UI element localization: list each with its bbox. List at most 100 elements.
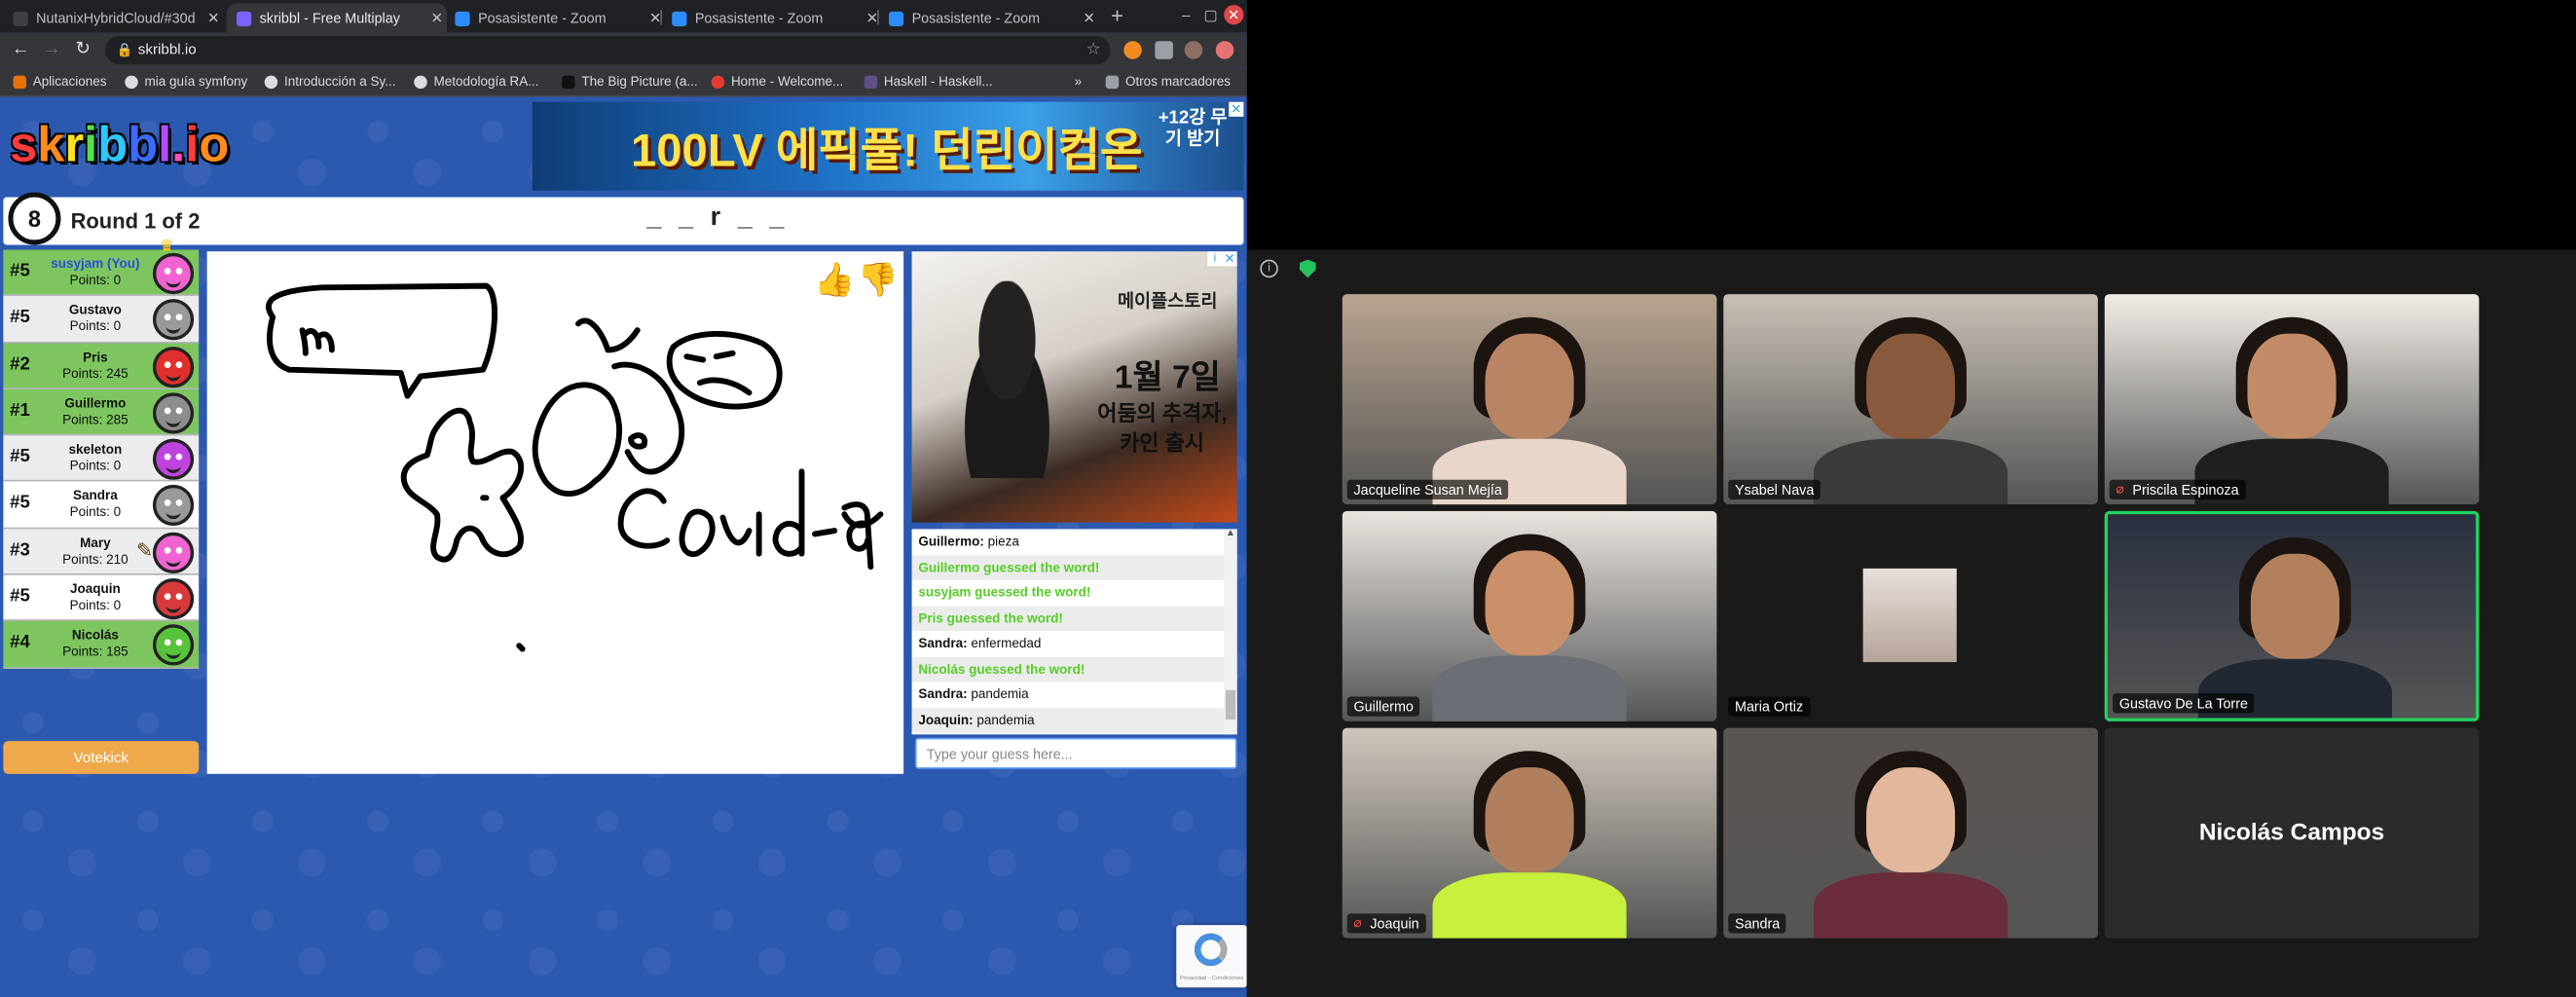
player-rank: #1 [10, 400, 30, 421]
logo-letter: l [158, 118, 172, 173]
haskell-icon [864, 75, 878, 90]
extensions-puzzle-icon[interactable] [1155, 41, 1173, 59]
participant-body [1814, 438, 2008, 505]
maximize-icon[interactable]: ▢ [1201, 5, 1221, 24]
bookmark-item[interactable]: Home - Welcome... [711, 72, 843, 92]
participant-face [1485, 550, 1574, 656]
player-avatar [152, 299, 195, 341]
skribbl-logo[interactable]: skribbl.io [10, 119, 229, 185]
zoom-favicon-icon [672, 10, 687, 26]
bookmark-star-icon[interactable]: ☆ [1086, 36, 1100, 64]
participant-tile[interactable]: Nicolás Campos [2104, 727, 2480, 939]
browser-tab[interactable]: Posasistente - Zoom ✕ [879, 3, 1099, 32]
player-row[interactable]: #2 Pris Points: 245 [3, 343, 200, 389]
reload-icon[interactable]: ↻ [72, 40, 93, 61]
pencil-icon: ✎ [135, 538, 153, 562]
bookmark-apps[interactable]: Aplicaciones [13, 72, 107, 92]
participant-nametag: Gustavo De La Torre [2113, 693, 2255, 714]
participant-tile[interactable]: ⌀ Joaquin [1342, 727, 1717, 939]
participant-face [1485, 767, 1574, 873]
player-name: Pris [83, 349, 108, 364]
tab-title: NutanixHybridCloud/#30d [36, 10, 196, 26]
player-row[interactable]: #5 Gustavo Points: 0 [3, 296, 200, 344]
chat-message: Sandra: pandemia [912, 682, 1237, 707]
ad-close-icon[interactable]: ✕ [1229, 101, 1244, 117]
player-row[interactable]: #5 Joaquin Points: 0 [3, 574, 200, 622]
player-row[interactable]: #4 Nicolás Points: 185 [3, 621, 200, 669]
browser-tab-active[interactable]: skribbl - Free Multiplay ✕ [226, 3, 447, 33]
chat-text: Guillermo guessed the word! [918, 559, 1100, 574]
encryption-shield-icon[interactable] [1299, 259, 1316, 278]
recaptcha-badge[interactable]: Privacidad - Condiciones [1176, 925, 1247, 988]
bookmark-item[interactable]: mia guía symfony [125, 72, 247, 92]
player-row[interactable]: #5 susyjam (You) Points: 0 ♛ [3, 239, 200, 297]
player-row[interactable]: #1 Guillermo Points: 285 [3, 388, 200, 436]
bookmark-favicon-icon [711, 75, 725, 90]
scroll-up-icon[interactable]: ▲ [1224, 529, 1237, 542]
tab-close-icon[interactable]: ✕ [1080, 9, 1099, 27]
participant-tile[interactable]: Ysabel Nava [1723, 294, 2098, 505]
ad-tagline-text: 어둠의 추격자, [1097, 400, 1228, 426]
participant-tile[interactable]: Gustavo De La Torre [2104, 510, 2480, 721]
player-points: Points: 0 [69, 598, 122, 613]
participant-body [1432, 872, 1627, 939]
logo-letter: k [37, 118, 65, 173]
player-row[interactable]: #5 Sandra Points: 0 [3, 482, 200, 530]
profile-avatar[interactable] [1184, 41, 1203, 59]
drawing-canvas[interactable]: 👍 👎 [206, 251, 904, 774]
extension-record-icon[interactable] [1215, 41, 1234, 59]
player-name: susyjam (You) [51, 256, 140, 272]
back-icon[interactable]: ← [10, 40, 31, 61]
rating-buttons: 👍 👎 [814, 261, 899, 301]
close-window-icon[interactable]: ✕ [1224, 5, 1244, 25]
participant-tile[interactable]: Maria Ortiz [1723, 510, 2098, 721]
scrollbar-thumb[interactable] [1225, 689, 1235, 720]
address-bar[interactable]: 🔒 skribbl.io ☆ [105, 36, 1111, 64]
participant-face [2247, 333, 2337, 439]
player-row[interactable]: #5 skeleton Points: 0 [3, 435, 200, 483]
round-bar: 8 Round 1 of 2 _ _ r _ _ [3, 192, 1244, 245]
bookmark-item[interactable]: Introducción a Sy... [264, 72, 396, 92]
new-tab-button[interactable]: + [1106, 4, 1129, 28]
player-name: Nicolás [71, 628, 119, 644]
participant-tile[interactable]: ⌀ Priscila Espinoza [2104, 294, 2480, 505]
ad-banner[interactable]: 100LV 에픽풀! 던린이컴온 +12강 무기 받기 ✕ [532, 101, 1244, 191]
other-bookmarks-folder[interactable]: Otros marcadores [1105, 72, 1231, 92]
crown-icon: ♛ [159, 238, 174, 257]
tab-close-icon[interactable]: ✕ [203, 9, 223, 27]
browser-tab[interactable]: Posasistente - Zoom ✕ [662, 3, 882, 32]
extension-icon[interactable] [1123, 41, 1142, 59]
minimize-icon[interactable]: – [1176, 5, 1196, 24]
forward-icon[interactable]: → [41, 40, 62, 61]
zoom-gallery: i Jacqueline Susan Mejía Ysabel Nava ⌀ Pris… [1246, 249, 2576, 997]
participant-tile[interactable]: Guillermo [1342, 510, 1717, 721]
player-name: Joaquin [69, 581, 121, 597]
votekick-button[interactable]: Votekick [3, 741, 200, 774]
logo-letter: i [185, 118, 200, 173]
chat-scrollbar[interactable]: ▲ [1224, 529, 1237, 735]
participant-nametag: Maria Ortiz [1728, 696, 1810, 717]
bookmark-item[interactable]: The Big Picture (a... [562, 72, 698, 92]
browser-window: NutanixHybridCloud/#30d ✕ skribbl - Free… [0, 0, 1247, 997]
player-row[interactable]: #3 Mary Points: 210 ✎ [3, 529, 200, 575]
more-bookmarks-icon[interactable]: » [1075, 72, 1083, 92]
side-ad[interactable]: 메이플스토리 1월 7일 어둠의 추격자, 카인 출시 i ✕ [911, 251, 1237, 523]
lock-icon: 🔒 [116, 42, 133, 58]
info-icon[interactable]: i [1260, 259, 1278, 278]
participant-tile[interactable]: Sandra [1723, 727, 2098, 939]
ad-close-icon[interactable]: ✕ [1222, 251, 1237, 267]
thumbs-up-icon[interactable]: 👍 [814, 261, 855, 301]
participant-body [1432, 655, 1627, 721]
ad-info-icon[interactable]: i [1207, 251, 1223, 267]
timer-value: 8 [27, 204, 42, 232]
participant-tile[interactable]: Jacqueline Susan Mejía [1342, 294, 1717, 505]
browser-tab[interactable]: Posasistente - Zoom ✕ [445, 3, 665, 32]
tab-close-icon[interactable]: ✕ [427, 9, 447, 27]
thumbs-down-icon[interactable]: 👎 [858, 261, 899, 301]
browser-tab[interactable]: NutanixHybridCloud/#30d ✕ [3, 3, 223, 32]
guess-input[interactable] [914, 737, 1237, 769]
participant-face [1485, 333, 1574, 439]
bookmark-item[interactable]: Metodología RA... [414, 72, 539, 92]
chat-message: Guillermo: pieza [912, 529, 1237, 554]
bookmark-item[interactable]: Haskell - Haskell... [864, 72, 993, 92]
